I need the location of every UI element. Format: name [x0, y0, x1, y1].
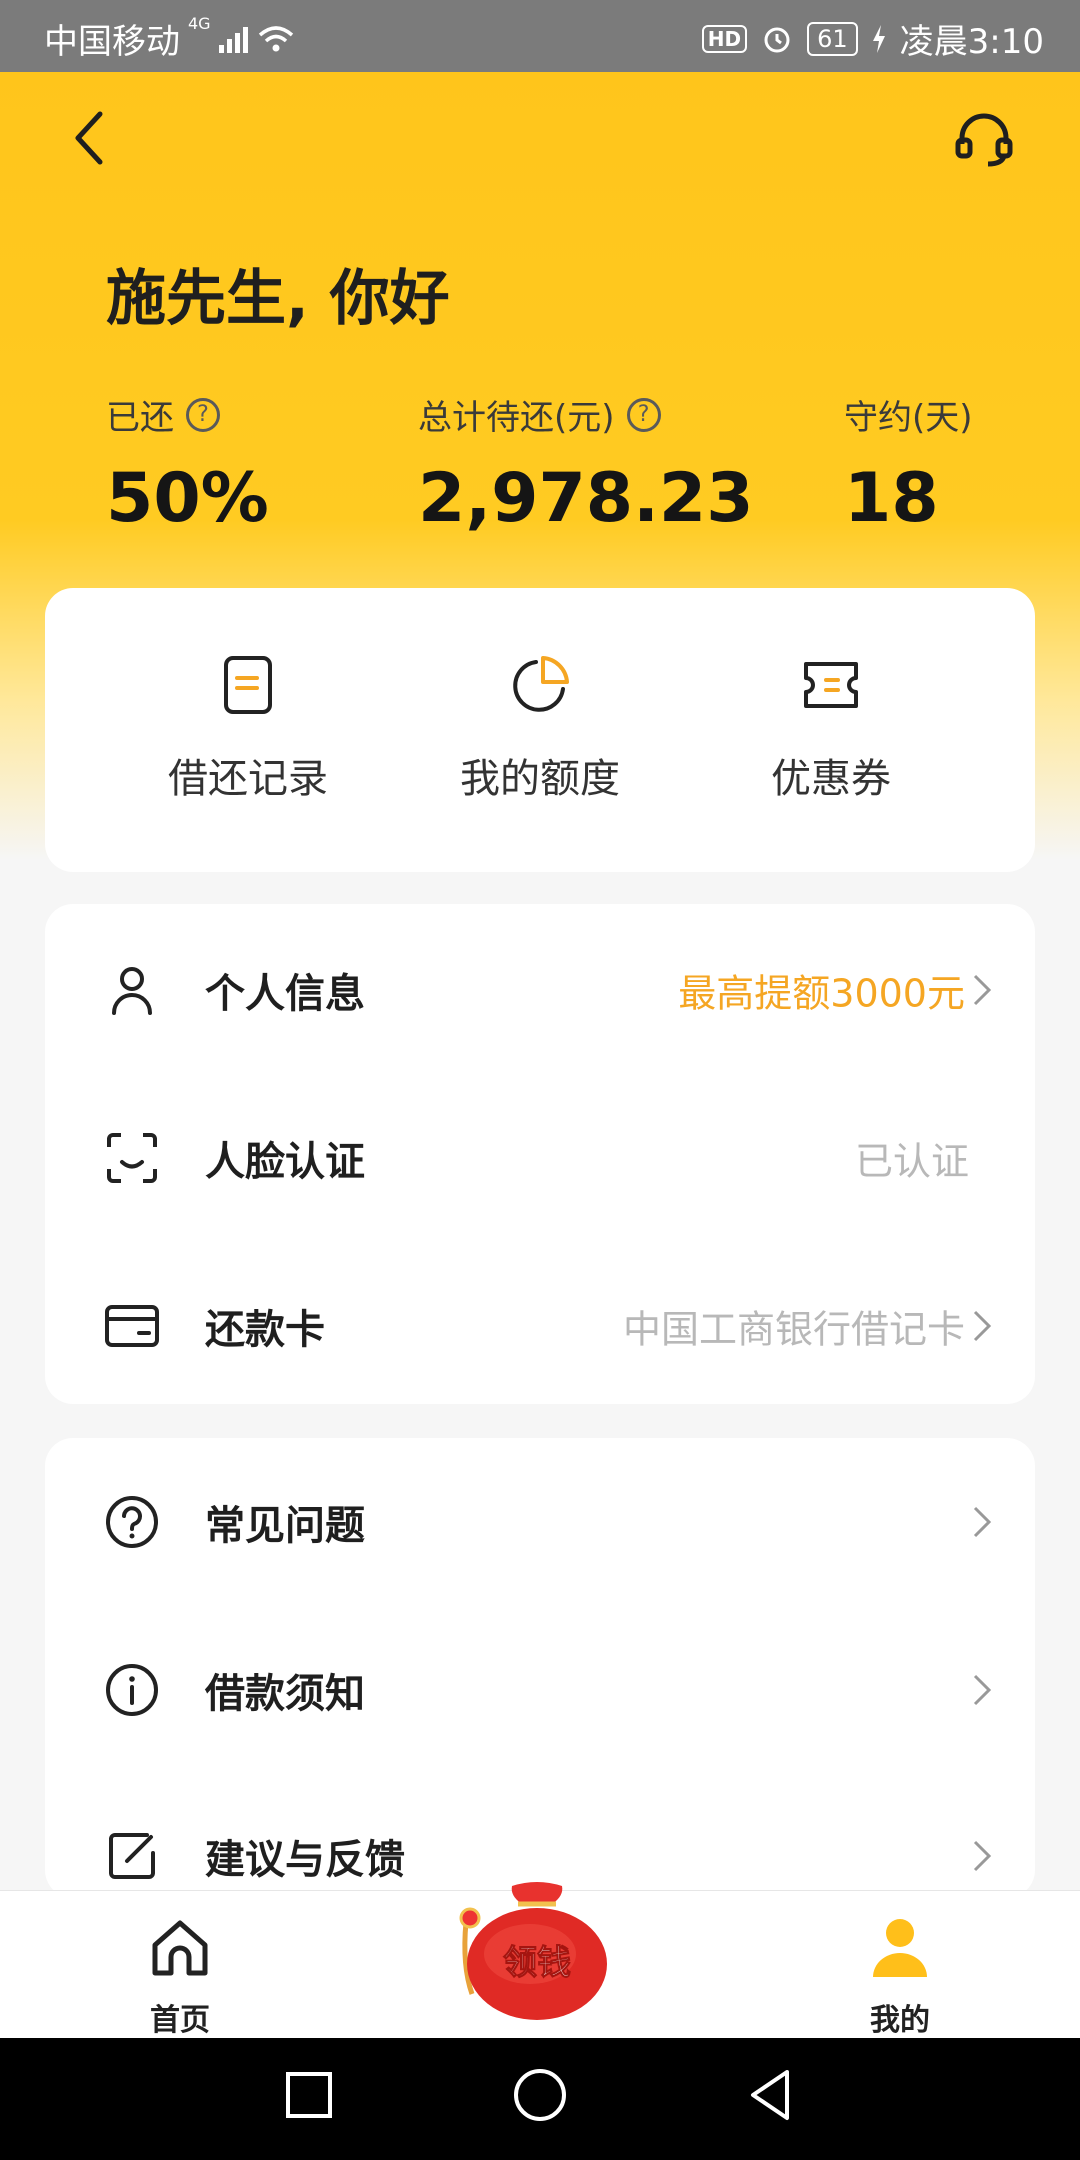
tab-label: 我的 — [870, 2003, 930, 2038]
recent-apps-icon[interactable] — [274, 2060, 344, 2130]
chevron-right-icon — [973, 1840, 992, 1872]
question-icon[interactable]: ? — [626, 397, 661, 432]
help-menu-card: 常见问题 借款须知 建议与反馈 — [45, 1438, 1035, 1898]
pie-chart-icon — [513, 656, 569, 712]
carrier-label: 中国移动 — [44, 22, 180, 62]
menu-row-title: 人脸认证 — [205, 1139, 365, 1185]
alarm-icon — [764, 27, 790, 52]
menu-row-title: 常见问题 — [205, 1503, 365, 1549]
edit-icon — [109, 1833, 155, 1879]
account-menu-card: 个人信息 最高提额3000元 人脸认证 已认证 还款卡 中国工商银行借记卡 — [45, 904, 1035, 1404]
help-icon — [106, 1496, 158, 1548]
quick-action-my-limit[interactable]: 我的额度 — [390, 588, 690, 872]
stat-label: 守约(天) — [844, 398, 973, 438]
quick-action-loan-records[interactable]: 借还记录 — [98, 588, 398, 872]
menu-row-faq[interactable]: 常见问题 — [45, 1438, 1035, 1606]
quick-action-label: 我的额度 — [460, 756, 620, 802]
menu-row-face-verification[interactable]: 人脸认证 已认证 — [45, 1074, 1035, 1242]
promo-label: 领钱 — [503, 1943, 571, 1983]
person-filled-icon — [873, 1919, 927, 1977]
battery-icon: 61 — [807, 21, 858, 56]
tab-label: 首页 — [150, 2003, 210, 2038]
system-nav-bar — [0, 2038, 1080, 2160]
chevron-right-icon — [973, 1310, 992, 1342]
question-icon[interactable]: ? — [186, 397, 220, 432]
clock: 凌晨3:10 — [899, 22, 1044, 62]
credit-increase-text: 最高提额3000元 — [678, 971, 965, 1016]
stat-value: 18 — [844, 459, 939, 538]
chevron-right-icon — [973, 1506, 992, 1538]
menu-row-title: 个人信息 — [205, 971, 365, 1017]
tab-mine[interactable]: 我的 — [800, 1891, 1000, 2039]
home-icon — [152, 1920, 208, 1976]
home-circle-icon[interactable] — [505, 2060, 575, 2130]
stat-value: 50% — [106, 459, 269, 538]
info-icon — [106, 1664, 158, 1716]
quick-action-coupons[interactable]: 优惠券 — [681, 588, 981, 872]
bank-card-name: 中国工商银行借记卡 — [622, 1307, 965, 1352]
tab-home[interactable]: 首页 — [80, 1891, 280, 2039]
menu-row-title: 还款卡 — [205, 1307, 325, 1353]
greeting: 施先生, 你好 — [106, 264, 450, 334]
menu-row-title: 建议与反馈 — [205, 1837, 405, 1883]
menu-row-personal-info[interactable]: 个人信息 最高提额3000元 — [45, 906, 1035, 1074]
document-icon — [224, 656, 272, 714]
stat-repaid: 已还 ? 50% — [106, 390, 269, 538]
network-type: 4G — [188, 14, 211, 33]
chevron-right-icon — [973, 1674, 992, 1706]
wifi-icon — [258, 25, 293, 51]
card-icon — [105, 1305, 159, 1347]
signal-icon — [218, 25, 248, 53]
charging-icon — [872, 24, 885, 53]
stat-on-time-days: 守约(天) 18 — [844, 390, 973, 538]
stat-total-due: 总计待还(元) ? 2,978.23 — [418, 390, 754, 538]
person-icon — [112, 967, 152, 1015]
stat-label: 已还 — [106, 398, 174, 438]
quick-actions-card: 借还记录 我的额度 优惠券 — [45, 588, 1035, 872]
lucky-bag-icon[interactable]: 领钱 — [452, 1876, 622, 2026]
verification-status: 已认证 — [854, 1139, 969, 1184]
chevron-right-icon — [973, 974, 992, 1006]
stat-label: 总计待还(元) — [418, 398, 615, 438]
quick-action-label: 优惠券 — [771, 756, 891, 802]
stat-value: 2,978.23 — [418, 459, 754, 538]
face-scan-icon — [107, 1133, 157, 1183]
quick-action-label: 借还记录 — [168, 756, 328, 802]
coupon-icon — [804, 662, 858, 708]
menu-row-repayment-card[interactable]: 还款卡 中国工商银行借记卡 — [45, 1242, 1035, 1410]
back-icon[interactable] — [66, 108, 116, 168]
status-bar: 中国移动 4G HD 61 凌晨3:10 — [0, 0, 1080, 72]
menu-row-loan-notice[interactable]: 借款须知 — [45, 1606, 1035, 1774]
back-triangle-icon[interactable] — [735, 2060, 805, 2130]
headset-icon[interactable] — [952, 108, 1016, 172]
hd-badge: HD — [701, 24, 748, 53]
menu-row-title: 借款须知 — [205, 1671, 365, 1717]
